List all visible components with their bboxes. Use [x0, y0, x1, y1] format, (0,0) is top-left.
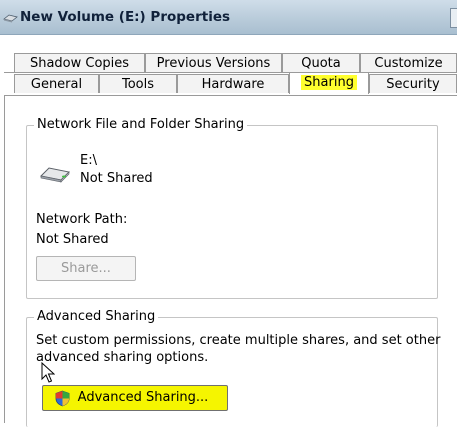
tab-security[interactable]: Security: [369, 74, 457, 93]
tab-hardware[interactable]: Hardware: [177, 74, 289, 93]
network-path-label: Network Path:: [36, 212, 128, 227]
button-label: Share...: [61, 261, 111, 276]
drive-label: E:\: [80, 153, 97, 168]
advanced-sharing-group: Advanced Sharing Set custom permissions,…: [26, 309, 441, 427]
share-status: Not Shared: [80, 171, 153, 186]
tab-label: Previous Versions: [156, 56, 271, 71]
advanced-description-line2: advanced sharing options.: [36, 350, 209, 365]
tab-label: Customize: [374, 56, 443, 71]
tab-label: Quota: [301, 56, 341, 71]
window-title: New Volume (E:) Properties: [20, 9, 231, 25]
uac-shield-icon: [55, 390, 70, 407]
advanced-sharing-button[interactable]: Advanced Sharing...: [42, 385, 228, 411]
tab-row-separator: [4, 72, 457, 73]
group-legend: Network File and Folder Sharing: [34, 117, 248, 132]
drive-share-icon: [3, 14, 18, 23]
network-sharing-group: Network File and Folder Sharing E:\ Not …: [26, 117, 438, 299]
drive-icon: [40, 167, 70, 183]
dialog-client: Shadow Copies Previous Versions Quota Cu…: [0, 35, 457, 427]
close-button[interactable]: [450, 8, 457, 28]
tab-label: Sharing: [301, 75, 357, 90]
sharing-tab-panel: Network File and Folder Sharing E:\ Not …: [4, 95, 457, 427]
title-bar[interactable]: New Volume (E:) Properties: [0, 0, 457, 35]
button-label: Advanced Sharing...: [77, 390, 209, 405]
tab-shadow-copies[interactable]: Shadow Copies: [14, 53, 145, 72]
tab-previous-versions[interactable]: Previous Versions: [145, 53, 282, 72]
share-button[interactable]: Share...: [36, 256, 136, 281]
mouse-pointer-icon: [41, 362, 55, 383]
tab-label: Shadow Copies: [29, 56, 130, 71]
tab-label: Security: [386, 77, 440, 92]
group-legend: Advanced Sharing: [34, 309, 159, 324]
tab-label: Tools: [121, 77, 155, 92]
tab-tools[interactable]: Tools: [99, 74, 177, 93]
tab-sharing[interactable]: Sharing: [289, 72, 369, 94]
tab-customize[interactable]: Customize: [360, 53, 457, 72]
advanced-description-line1: Set custom permissions, create multiple …: [36, 333, 441, 348]
tab-label: General: [30, 77, 83, 92]
tab-label: Hardware: [201, 77, 265, 92]
tab-general[interactable]: General: [14, 74, 99, 93]
network-path-value: Not Shared: [36, 232, 109, 247]
tab-quota[interactable]: Quota: [282, 53, 360, 72]
